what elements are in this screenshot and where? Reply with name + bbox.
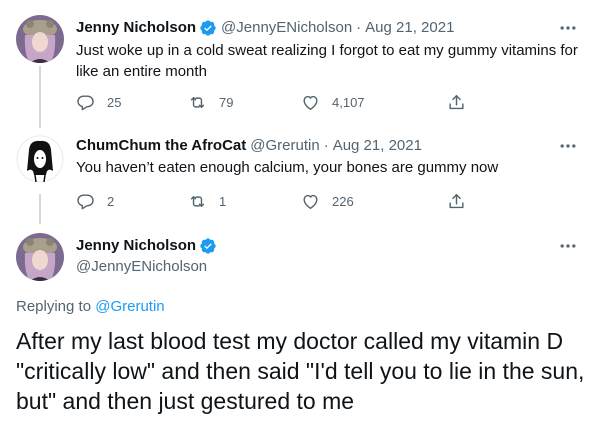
handle[interactable]: @JennyENicholson — [76, 257, 207, 277]
more-icon[interactable] — [558, 18, 578, 38]
retweet-count: 79 — [219, 94, 234, 110]
timestamp[interactable]: Aug 21, 2021 — [333, 136, 422, 156]
timestamp[interactable]: Aug 21, 2021 — [365, 18, 454, 38]
more-icon[interactable] — [558, 236, 578, 256]
reply-icon — [77, 193, 94, 209]
heart-icon — [303, 95, 318, 110]
retweet-button[interactable]: 1 — [188, 192, 301, 211]
replying-to-link[interactable]: @Grerutin — [95, 298, 164, 315]
avatar-chumchum[interactable] — [16, 135, 64, 183]
handle[interactable]: @JennyENicholson — [221, 18, 352, 38]
main-tweet-author: Jenny Nicholson — [76, 236, 221, 256]
heart-icon — [303, 194, 318, 209]
like-button[interactable]: 4,107 — [301, 93, 447, 112]
reply-count: 25 — [107, 94, 122, 110]
retweet-icon — [190, 96, 205, 108]
reply-button[interactable]: 2 — [76, 192, 188, 211]
separator: · — [323, 137, 329, 154]
avatar-jenny[interactable] — [16, 15, 64, 63]
verified-badge-icon — [199, 19, 217, 37]
like-count: 226 — [332, 193, 354, 209]
replying-to: Replying to @Grerutin — [16, 297, 165, 317]
share-button[interactable] — [447, 192, 466, 211]
replying-to-label: Replying to — [16, 298, 92, 315]
display-name[interactable]: Jenny Nicholson — [76, 236, 196, 256]
retweet-count: 1 — [219, 193, 227, 209]
handle[interactable]: @Grerutin — [250, 136, 319, 156]
avatar-jenny[interactable] — [16, 233, 64, 281]
display-name[interactable]: Jenny Nicholson — [76, 18, 196, 38]
thread-line — [39, 194, 41, 224]
retweet-icon — [190, 195, 205, 207]
like-count: 4,107 — [332, 94, 365, 110]
more-icon[interactable] — [558, 136, 578, 156]
main-tweet-text: After my last blood test my doctor calle… — [16, 328, 585, 414]
display-name[interactable]: ChumChum the AfroCat — [76, 136, 246, 156]
thread-line — [39, 66, 41, 128]
share-button[interactable] — [447, 93, 466, 112]
tweet-header: ChumChum the AfroCat @Grerutin · Aug 21,… — [76, 136, 422, 156]
reply-icon — [77, 94, 94, 110]
verified-badge-icon — [199, 237, 217, 255]
tweet-text: Just woke up in a cold sweat realizing I… — [76, 42, 578, 80]
separator: · — [356, 19, 362, 36]
like-button[interactable]: 226 — [301, 192, 447, 211]
tweet-header: Jenny Nicholson @JennyENicholson · Aug 2… — [76, 18, 454, 38]
tweet-actions: 2 1 226 — [76, 191, 466, 211]
reply-button[interactable]: 25 — [76, 93, 188, 112]
share-icon — [449, 193, 464, 208]
tweet-actions: 25 79 4,107 — [76, 92, 466, 112]
retweet-button[interactable]: 79 — [188, 93, 301, 112]
share-icon — [449, 94, 464, 109]
reply-count: 2 — [107, 193, 115, 209]
tweet-text: You haven’t eaten enough calcium, your b… — [76, 159, 499, 176]
